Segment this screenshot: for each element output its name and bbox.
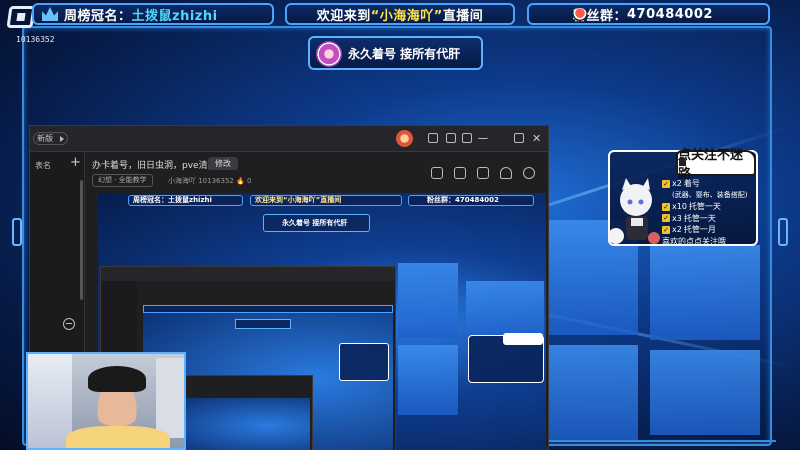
streamer-name: “小海海吖” [370,8,443,24]
stream-title: 办卡着号，旧日虫洞，pve清缚 [92,161,217,171]
follow-item-text: (武器、婴布、装备搭配) [672,190,748,199]
follow-card-title: 点关注不迷路 [676,148,756,182]
fan-group-bar: 粉丝群： 470484002 [527,3,770,25]
add-scene-icon[interactable]: + [70,155,81,170]
preview-pane [466,281,544,341]
maximize-icon[interactable] [514,133,524,143]
follow-item-text: 托管一天 [688,202,721,211]
nested-badge [235,319,291,329]
welcome-post: 直播间 [442,8,484,24]
preview-sponsor-bar: 周榜冠名：土拨鼠zhizhi [128,195,243,206]
fan-group-number: 470484002 [627,6,713,22]
window-titlebar: 新版 ✕ [30,126,548,152]
lock-icon[interactable] [454,167,466,179]
webcam-person-hair [88,366,146,392]
fan-group-icon [573,8,587,21]
preview-follow-head [503,333,543,345]
follow-item-text: 着号 [683,179,700,188]
sponsor-name: 土拨鼠zhizhi [131,8,218,24]
preview-pane [398,345,458,415]
nested-preview-2 [170,398,310,450]
edit-title-button[interactable]: 修改 [208,157,238,170]
welcome-bar: 欢迎来到 “小海海吖” 直播间 [285,3,515,25]
category-pill[interactable]: 幻想 · 全能教学 [92,174,153,187]
check-icon: ✓ [662,202,670,211]
webcam-person-shirt [66,426,170,448]
layout-icon[interactable] [477,167,489,179]
bell-icon[interactable] [500,167,512,179]
follow-item-text: 托管一月 [683,225,716,234]
room-id: 10136352 [16,35,55,44]
nested-titlebar [101,267,395,281]
sidebar-label: 表名 [35,161,51,170]
nested-top-bar [143,305,393,313]
preview-badge: 永久着号 接所有代肝 [263,214,370,232]
check-icon: ✓ [662,214,670,223]
check-icon: ✓ [662,179,670,188]
follow-item: ✓ x3 托管一天 [662,213,758,225]
crown-icon [42,7,58,21]
follow-item: ✓ x2 着号 [662,178,758,190]
pin-icon [679,157,686,166]
settings-icon[interactable] [523,167,535,179]
follow-item: ✓ x2 托管一月 [662,224,758,236]
tab-new[interactable]: 新版 [33,132,68,145]
close-icon[interactable]: ✕ [532,132,541,145]
follow-item: (武器、婴布、装备搭配) [662,190,758,202]
follow-item-qty: x3 [672,213,682,223]
follow-item: 喜欢的点点关注哦 [662,236,758,248]
chibi-character-icon [608,178,660,244]
remove-scene-icon[interactable] [63,318,75,330]
minimize-icon[interactable] [478,133,488,139]
follow-list: ✓ x2 着号 (武器、婴布、装备搭配) ✓ x10 托管一天 ✓ x3 托管一天 ✓ x2 托… [662,178,758,247]
weekly-sponsor-bar: 周榜冠名： 土拨鼠zhizhi [32,3,274,25]
preview-welcome-bar: 欢迎来到“小海海吖”直播间 [250,195,402,206]
follow-item-qty: x2 [672,179,682,188]
follow-item-text: 喜欢的点点关注哦 [662,236,726,246]
preview-fan-bar: 粉丝群：470484002 [408,195,534,206]
badge-text: 永久着号 接所有代肝 [348,46,461,61]
right-frame-arrow [778,218,788,246]
service-badge: 永久着号 接所有代肝 [308,36,483,70]
check-icon: ✓ [662,225,670,234]
welcome-pre: 欢迎来到 [316,8,371,24]
room-meta: 小海海吖 10136352 🔥 0 [168,177,252,185]
user-avatar[interactable] [396,130,413,147]
webcam-door [156,358,184,438]
preview-pane [398,263,458,338]
sponsor-prefix: 周榜冠名： [64,8,132,24]
sidebar-scrollbar[interactable] [80,180,83,300]
emblem-icon [316,41,342,67]
follow-item-qty: x10 [672,202,687,211]
gift-icon[interactable] [446,133,456,143]
follow-item: ✓ x10 托管一天 [662,201,758,213]
webcam-feed [26,352,186,450]
chat-icon[interactable] [428,133,438,143]
shirt-icon[interactable] [462,133,472,143]
shop-icon[interactable] [431,167,443,179]
follow-item-qty: x2 [672,225,682,234]
left-frame-arrow [12,218,22,246]
follow-item-text: 托管一天 [683,213,716,223]
nested-follow-card [339,343,389,381]
